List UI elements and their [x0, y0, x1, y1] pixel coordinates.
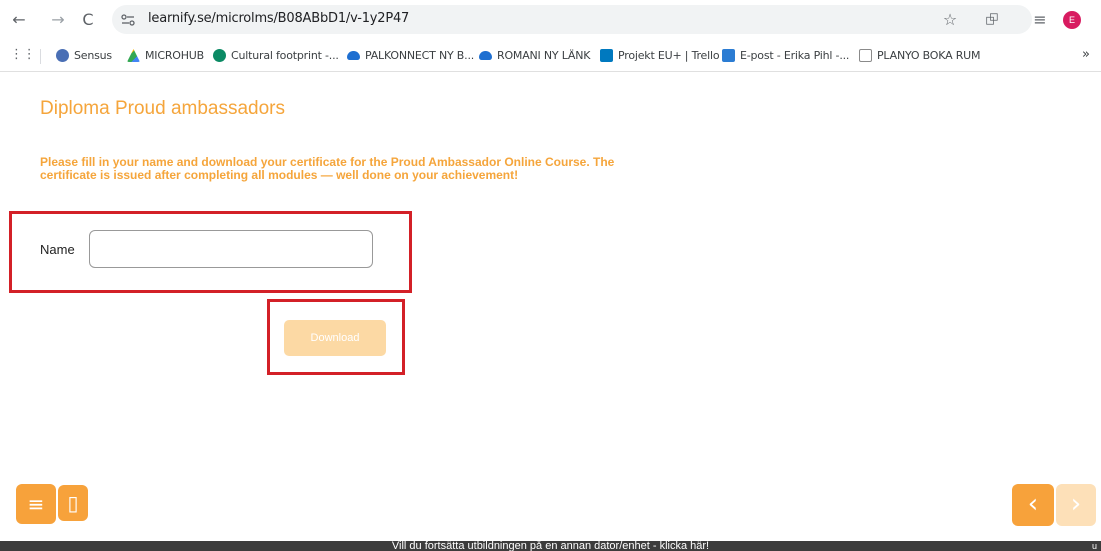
star-icon[interactable]: ☆ — [940, 10, 960, 30]
reload-icon[interactable]: C — [78, 10, 98, 30]
intro-text: Please fill in your name and download yo… — [40, 155, 615, 182]
bookmarks-bar: ⋮⋮ Sensus MICROHUB Cultural footprint -.… — [0, 41, 1101, 72]
bookmarks-divider — [40, 49, 41, 64]
chevron-right-icon: › — [1070, 489, 1082, 519]
reading-list-icon[interactable]: ≡ — [1030, 10, 1050, 30]
bookmark-label: PALKONNECT NY B... — [365, 49, 475, 62]
site-settings-icon[interactable] — [120, 12, 136, 28]
bookmark-label: Sensus — [74, 49, 112, 62]
menu-button[interactable]: ≡ — [16, 484, 56, 524]
browser-toolbar: ← → C learnify.se/microlms/B08ABbD1/v-1y… — [0, 0, 1101, 41]
page-title: Diploma Proud ambassadors — [40, 98, 286, 119]
bookmark-epost[interactable]: E-post - Erika Pihl -... — [722, 49, 849, 62]
menu-icon: ≡ — [27, 492, 45, 516]
planyo-icon — [859, 49, 872, 62]
back-icon[interactable]: ← — [9, 10, 29, 30]
bookmark-icon: ▯ — [67, 491, 79, 515]
apps-icon[interactable]: ⋮⋮ — [10, 47, 36, 62]
bookmark-button[interactable]: ▯ — [58, 485, 88, 521]
footer-right-mark: u — [1091, 541, 1097, 551]
bookmark-romani[interactable]: ROMANI NY LÄNK — [479, 49, 590, 62]
extensions-icon[interactable]: ⮺ — [982, 10, 1002, 30]
bookmark-label: E-post - Erika Pihl -... — [740, 49, 850, 62]
page-content: Diploma Proud ambassadors Please fill in… — [0, 72, 1101, 541]
continue-banner-text[interactable]: Vill du fortsätta utbildningen på en ann… — [392, 541, 709, 551]
continue-banner[interactable]: Vill du fortsätta utbildningen på en ann… — [0, 541, 1101, 551]
bookmarks-overflow-icon[interactable]: » — [1082, 47, 1090, 62]
bookmark-palkonnect[interactable]: PALKONNECT NY B... — [347, 49, 474, 62]
sensus-icon — [56, 49, 69, 62]
chevron-left-icon: ‹ — [1027, 489, 1039, 519]
bookmark-microhub[interactable]: MICROHUB — [127, 49, 204, 62]
onedrive-icon — [347, 51, 360, 60]
name-label: Name — [40, 242, 75, 257]
previous-button[interactable]: ‹ — [1012, 484, 1054, 526]
download-button[interactable]: Download — [284, 320, 386, 356]
bookmark-cultural-footprint[interactable]: Cultural footprint -... — [213, 49, 339, 62]
profile-avatar[interactable]: E — [1063, 11, 1081, 29]
url-text[interactable]: learnify.se/microlms/B08ABbD1/v-1y2P47 — [148, 11, 409, 26]
bookmark-planyo[interactable]: PLANYO BOKA RUM — [859, 49, 980, 62]
bookmark-label: MICROHUB — [145, 49, 204, 62]
name-input[interactable] — [89, 230, 373, 268]
bookmark-sensus[interactable]: Sensus — [56, 49, 112, 62]
bookmark-label: Cultural footprint -... — [231, 49, 339, 62]
bookmark-label: PLANYO BOKA RUM — [877, 49, 981, 62]
onedrive-icon — [479, 51, 492, 60]
drive-icon — [127, 49, 140, 62]
forward-icon[interactable]: → — [48, 10, 68, 30]
sharepoint-icon — [213, 49, 226, 62]
trello-icon — [600, 49, 613, 62]
bookmark-trello[interactable]: Projekt EU+ | Trello — [600, 49, 720, 62]
bookmark-label: ROMANI NY LÄNK — [497, 49, 591, 62]
bookmark-label: Projekt EU+ | Trello — [618, 49, 720, 62]
next-button[interactable]: › — [1056, 484, 1096, 526]
outlook-icon — [722, 49, 735, 62]
